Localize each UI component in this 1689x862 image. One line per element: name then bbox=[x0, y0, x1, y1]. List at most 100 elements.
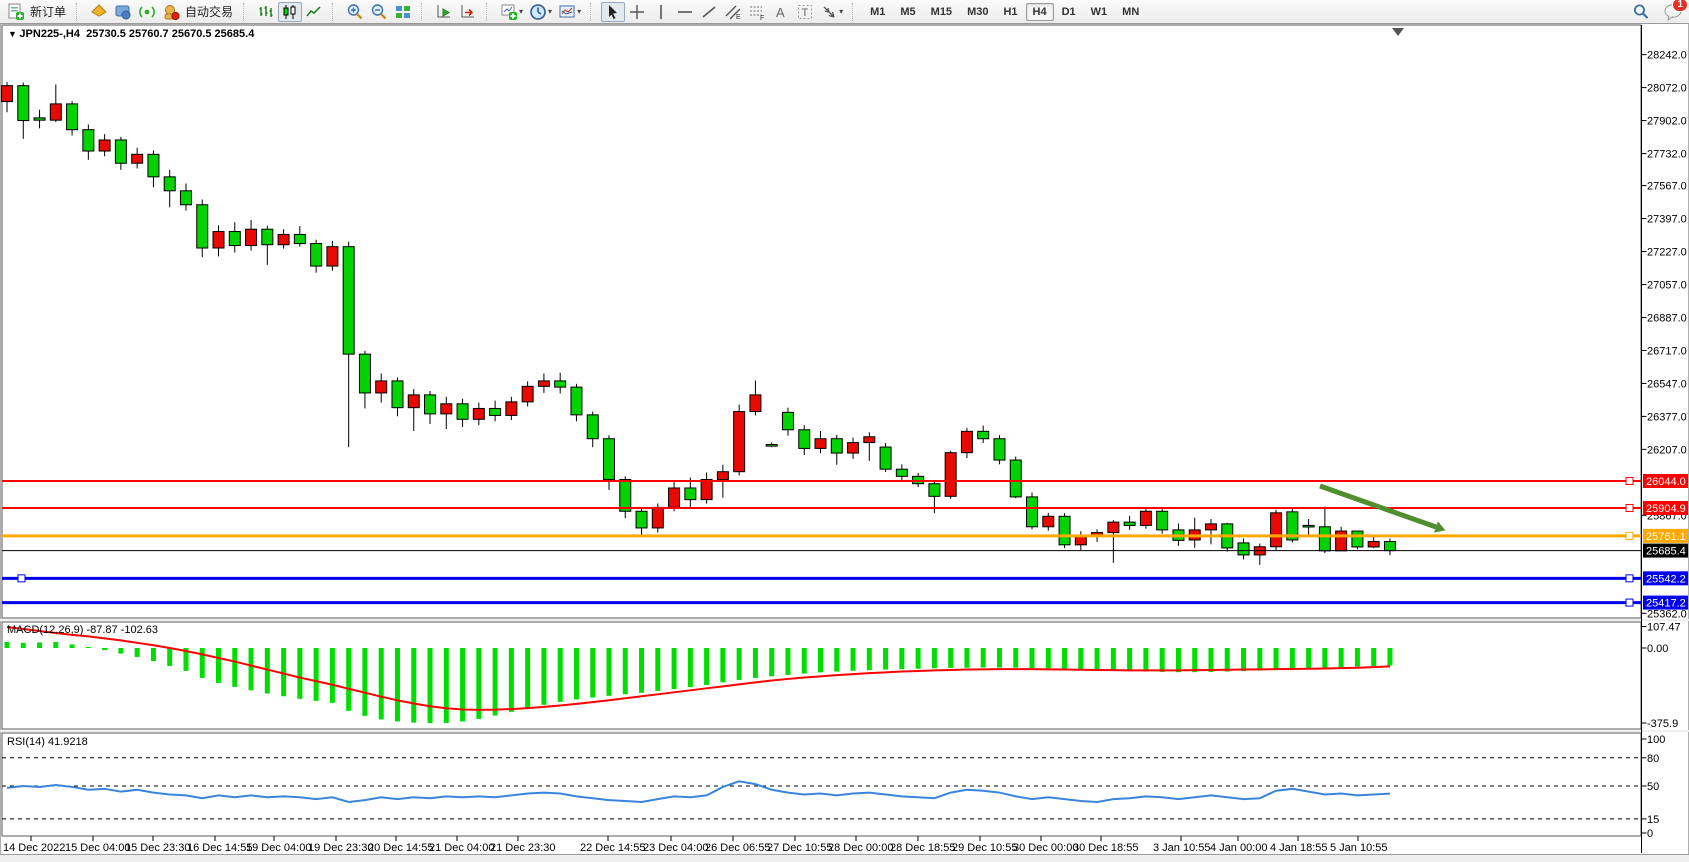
new-order-button[interactable] bbox=[4, 2, 28, 22]
trendline-tool-button[interactable] bbox=[697, 2, 721, 22]
candle-body bbox=[343, 247, 354, 354]
timeframe-button-m15[interactable]: M15 bbox=[924, 3, 959, 21]
candle-body bbox=[799, 430, 810, 449]
candle-body bbox=[1238, 543, 1249, 555]
zoom-in-button[interactable] bbox=[343, 2, 367, 22]
chart-canvas: 28242.028072.027902.027732.027567.027397… bbox=[0, 0, 1689, 861]
candle-body bbox=[1368, 542, 1379, 547]
auto-scroll-button[interactable] bbox=[432, 2, 456, 22]
candle-body bbox=[132, 154, 143, 163]
rsi-indicator-label: RSI(14) 41.9218 bbox=[7, 736, 88, 748]
equidistant-channel-tool-button[interactable]: E bbox=[721, 2, 745, 22]
candle-body bbox=[782, 412, 793, 429]
text-label-tool-button[interactable]: T bbox=[793, 2, 817, 22]
price-tick-label: 27902.0 bbox=[1647, 116, 1687, 128]
candle-body bbox=[376, 381, 387, 393]
horizontal-line-tool-button[interactable] bbox=[673, 2, 697, 22]
new-order-label[interactable]: 新订单 bbox=[30, 3, 66, 20]
time-tick-label: 26 Dec 06:55 bbox=[705, 842, 770, 854]
timeframe-toolbar: M1M5M15M30H1H4D1W1MN bbox=[863, 3, 1146, 21]
line-handle bbox=[18, 575, 25, 582]
time-tick-label: 28 Dec 18:55 bbox=[890, 842, 955, 854]
candlestick-chart-button[interactable] bbox=[278, 2, 302, 22]
vertical-line-tool-button[interactable] bbox=[649, 2, 673, 22]
candle-body bbox=[1352, 531, 1363, 547]
time-tick-label: 3 Jan 10:55 bbox=[1153, 842, 1211, 854]
candle-body bbox=[522, 386, 533, 402]
strategy-tester-icon[interactable] bbox=[111, 2, 135, 22]
notifications-button[interactable]: 1 bbox=[1663, 3, 1683, 21]
zoom-out-button[interactable] bbox=[367, 2, 391, 22]
crosshair-tool-button[interactable] bbox=[625, 2, 649, 22]
chart-shift-button[interactable] bbox=[456, 2, 480, 22]
candle-body bbox=[831, 439, 842, 453]
candle-body bbox=[506, 402, 517, 416]
candle-body bbox=[669, 488, 680, 507]
price-tick-label: 27227.0 bbox=[1647, 247, 1687, 259]
candle-body bbox=[67, 104, 78, 130]
chevron-down-icon: ▾ bbox=[577, 7, 581, 16]
candle-body bbox=[50, 104, 61, 120]
candle-body bbox=[978, 431, 989, 438]
timeframe-button-h4[interactable]: H4 bbox=[1026, 3, 1054, 21]
templates-button[interactable]: ▾ bbox=[555, 2, 584, 22]
timeframe-button-h1[interactable]: H1 bbox=[996, 3, 1024, 21]
text-tool-button[interactable]: A bbox=[769, 2, 793, 22]
timeframe-button-w1[interactable]: W1 bbox=[1084, 3, 1115, 21]
new-chart-button[interactable]: ▾ bbox=[497, 2, 526, 22]
bar-chart-button[interactable] bbox=[254, 2, 278, 22]
candle-body bbox=[164, 177, 175, 191]
candle-body bbox=[294, 234, 305, 243]
time-tick-label: 15 Dec 23:30 bbox=[125, 842, 190, 854]
price-tick-label: 28242.0 bbox=[1647, 50, 1687, 62]
time-tick-label: 30 Dec 00:00 bbox=[1013, 842, 1078, 854]
candle-body bbox=[620, 479, 631, 511]
timeframe-button-mn[interactable]: MN bbox=[1115, 3, 1146, 21]
candle-body bbox=[717, 472, 728, 480]
tile-windows-button[interactable] bbox=[391, 2, 415, 22]
candle-body bbox=[571, 387, 582, 415]
time-tick-label: 21 Dec 04:00 bbox=[429, 842, 494, 854]
candle-body bbox=[246, 229, 257, 245]
candle-body bbox=[1205, 524, 1216, 530]
candle-body bbox=[213, 232, 224, 248]
market-watch-icon[interactable] bbox=[87, 2, 111, 22]
auto-trading-button[interactable] bbox=[159, 2, 183, 22]
signals-icon[interactable] bbox=[135, 2, 159, 22]
price-level-label: 25685.4 bbox=[1646, 546, 1686, 558]
svg-text:A: A bbox=[776, 5, 785, 20]
svg-text:T: T bbox=[802, 7, 809, 19]
candle-body bbox=[603, 439, 614, 480]
macd-indicator-label: MACD(12,26,9) -87.87 -102.63 bbox=[7, 624, 158, 636]
timeframe-button-m30[interactable]: M30 bbox=[960, 3, 995, 21]
candle-body bbox=[359, 354, 370, 393]
line-handle bbox=[1626, 504, 1633, 511]
fibonacci-tool-button[interactable]: F bbox=[745, 2, 769, 22]
timeframe-button-d1[interactable]: D1 bbox=[1055, 3, 1083, 21]
line-chart-button[interactable] bbox=[302, 2, 326, 22]
timeframe-button-m1[interactable]: M1 bbox=[863, 3, 892, 21]
candle-body bbox=[34, 118, 45, 120]
price-tick-label: 25362.0 bbox=[1647, 608, 1687, 620]
macd-tick-label: 107.47 bbox=[1647, 622, 1681, 634]
arrows-tool-button[interactable]: ▾ bbox=[817, 2, 846, 22]
price-level-label: 25761.1 bbox=[1646, 531, 1686, 543]
candle-body bbox=[278, 234, 289, 244]
candle-body bbox=[311, 244, 322, 267]
auto-trading-label[interactable]: 自动交易 bbox=[185, 3, 233, 20]
symbol-dropdown-arrow[interactable]: ▼ bbox=[8, 29, 19, 39]
macd-tick-label: -375.9 bbox=[1647, 718, 1678, 730]
time-tick-label: 21 Dec 23:30 bbox=[490, 842, 555, 854]
timeframe-button-m5[interactable]: M5 bbox=[893, 3, 922, 21]
periods-button[interactable]: ▾ bbox=[526, 2, 555, 22]
search-icon[interactable] bbox=[1629, 2, 1653, 22]
panel-splitter[interactable] bbox=[0, 619, 1689, 621]
candle-body bbox=[229, 232, 240, 246]
candle-body bbox=[473, 408, 484, 419]
candle-body bbox=[83, 130, 94, 151]
chart-ohlc: 25730.5 25760.7 25670.5 25685.4 bbox=[86, 28, 254, 40]
candle-body bbox=[1303, 525, 1314, 527]
toolbar-separator bbox=[590, 3, 598, 21]
cursor-tool-button[interactable] bbox=[601, 2, 625, 22]
panel-splitter[interactable] bbox=[0, 730, 1689, 732]
